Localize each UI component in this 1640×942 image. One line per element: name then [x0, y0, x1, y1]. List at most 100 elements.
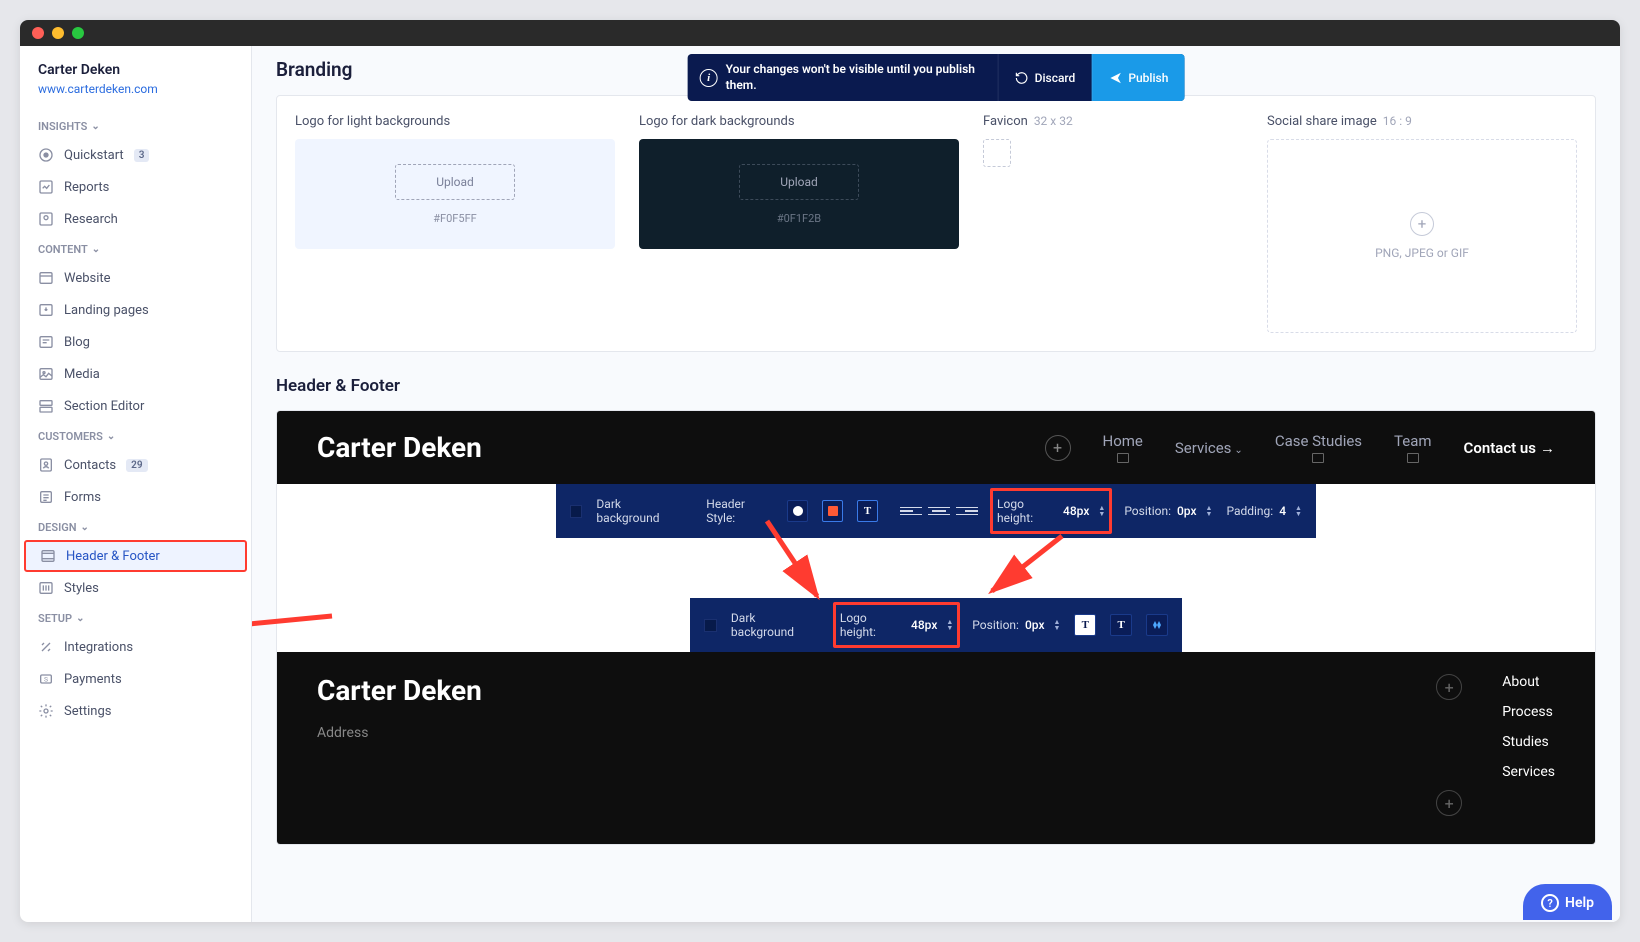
chevron-down-icon: ⌄ [81, 522, 89, 533]
social-label: Social share image16 : 9 [1267, 114, 1577, 129]
footer-add-button-1[interactable]: + [1436, 674, 1462, 700]
sidebar-item-landing-pages[interactable]: Landing pages [20, 294, 251, 326]
nav-home[interactable]: Home [1103, 432, 1143, 463]
help-icon: ? [1541, 894, 1559, 912]
footer-position-stepper[interactable]: ▲▼ [1053, 619, 1060, 631]
upload-light-button[interactable]: Upload [395, 164, 515, 200]
section-insights[interactable]: INSIGHTS⌄ [20, 112, 251, 139]
sidebar-item-blog[interactable]: Blog [20, 326, 251, 358]
nav-case-studies[interactable]: Case Studies [1275, 432, 1362, 463]
footer-link-about[interactable]: About [1502, 674, 1555, 690]
maximize-icon[interactable] [72, 27, 84, 39]
sidebar-item-website[interactable]: Website [20, 262, 251, 294]
padding-stepper[interactable]: ▲▼ [1295, 505, 1302, 517]
style-option-text[interactable]: T [857, 500, 878, 522]
sidebar-item-research[interactable]: Research [20, 203, 251, 235]
footer-address[interactable]: Address [317, 725, 482, 741]
footer-text-dark[interactable]: T [1110, 614, 1132, 636]
header-footer-preview: Carter Deken + Home Services⌄ Case Studi… [276, 410, 1596, 845]
light-color-code: #F0F5FF [433, 212, 476, 225]
sidebar-item-header-footer[interactable]: Header & Footer [24, 540, 247, 572]
align-left-icon[interactable] [900, 503, 922, 519]
style-option-2[interactable] [822, 500, 843, 522]
add-nav-button[interactable]: + [1045, 435, 1071, 461]
banner-message: Your changes won't be visible until you … [726, 62, 986, 93]
info-icon: i [700, 69, 718, 87]
logo-height-stepper[interactable]: ▲▼ [1098, 505, 1105, 517]
position-value[interactable]: 0px [1177, 504, 1197, 518]
footer-brand: Carter Deken [317, 674, 482, 707]
section-content[interactable]: CONTENT⌄ [20, 235, 251, 262]
padding-value[interactable]: 4 [1279, 504, 1286, 518]
position-stepper[interactable]: ▲▼ [1206, 505, 1213, 517]
section-setup[interactable]: SETUP⌄ [20, 604, 251, 631]
website-icon [38, 270, 54, 286]
sidebar-item-section-editor[interactable]: Section Editor [20, 390, 251, 422]
layout-icon [40, 548, 56, 564]
align-right-icon[interactable] [956, 503, 978, 519]
section-design[interactable]: DESIGN⌄ [20, 513, 251, 540]
section-customers[interactable]: CUSTOMERS⌄ [20, 422, 251, 449]
plug-icon [38, 639, 54, 655]
plus-icon: + [1410, 212, 1434, 236]
minimize-icon[interactable] [52, 27, 64, 39]
blog-icon [38, 334, 54, 350]
publish-banner: i Your changes won't be visible until yo… [688, 54, 1185, 101]
footer-link-studies[interactable]: Studies [1502, 734, 1555, 750]
align-center-icon[interactable] [928, 503, 950, 519]
header-preview: Carter Deken + Home Services⌄ Case Studi… [277, 411, 1595, 484]
header-toolbar: Dark background Header Style: T Logo hei… [556, 484, 1316, 538]
sidebar-item-media[interactable]: Media [20, 358, 251, 390]
help-button[interactable]: ? Help [1523, 884, 1612, 920]
discard-button[interactable]: Discard [998, 54, 1092, 101]
upload-dark-button[interactable]: Upload [739, 164, 859, 200]
sidebar-item-contacts[interactable]: Contacts29 [20, 449, 251, 481]
publish-button[interactable]: Publish [1091, 54, 1184, 101]
header-footer-title: Header & Footer [276, 376, 1596, 396]
media-icon [38, 366, 54, 382]
logo-height-value[interactable]: 48px [1063, 504, 1089, 518]
sidebar-item-forms[interactable]: Forms [20, 481, 251, 513]
footer-link-process[interactable]: Process [1502, 704, 1555, 720]
chevron-down-icon: ⌄ [76, 613, 84, 624]
style-option-1[interactable] [787, 500, 808, 522]
footer-text-white[interactable]: T [1074, 614, 1096, 636]
footer-logo-height-value[interactable]: 48px [911, 618, 937, 632]
contacts-icon [38, 457, 54, 473]
main-content: i Your changes won't be visible until yo… [252, 46, 1620, 922]
favicon-upload[interactable] [983, 139, 1011, 167]
gear-icon [38, 703, 54, 719]
sidebar-item-integrations[interactable]: Integrations [20, 631, 251, 663]
footer-add-button-2[interactable]: + [1436, 790, 1462, 816]
footer-position-value[interactable]: 0px [1025, 618, 1045, 632]
styles-icon [38, 580, 54, 596]
dark-logo-box: Upload #0F1F2B [639, 139, 959, 249]
close-icon[interactable] [32, 27, 44, 39]
footer-link-services[interactable]: Services [1502, 764, 1555, 780]
social-upload[interactable]: + PNG, JPEG or GIF [1267, 139, 1577, 333]
sidebar-url[interactable]: www.carterdeken.com [20, 82, 251, 112]
sidebar-item-payments[interactable]: SPayments [20, 663, 251, 695]
dark-color-code: #0F1F2B [777, 212, 821, 225]
light-logo-box: Upload #F0F5FF [295, 139, 615, 249]
footer-extra-icon[interactable] [1146, 614, 1168, 636]
nav-services[interactable]: Services⌄ [1175, 439, 1243, 457]
sidebar-item-styles[interactable]: Styles [20, 572, 251, 604]
header-style-label: Header Style: [706, 497, 773, 525]
footer-dark-bg-checkbox[interactable] [704, 619, 717, 632]
sidebar-item-reports[interactable]: Reports [20, 171, 251, 203]
footer-logo-height-stepper[interactable]: ▲▼ [946, 619, 953, 631]
favicon-label: Favicon32 x 32 [983, 114, 1073, 129]
nav-contact[interactable]: Contact us→ [1464, 439, 1555, 457]
logo-height-control: Logo height: 48px ▲▼ [990, 488, 1112, 534]
forms-icon [38, 489, 54, 505]
chevron-down-icon: ⌄ [1234, 445, 1242, 456]
sidebar-item-settings[interactable]: Settings [20, 695, 251, 727]
quickstart-badge: 3 [134, 149, 150, 162]
undo-icon [1015, 71, 1029, 85]
nav-team[interactable]: Team [1394, 432, 1432, 463]
chart-icon [38, 179, 54, 195]
footer-logo-height-control: Logo height: 48px ▲▼ [833, 602, 960, 648]
sidebar-item-quickstart[interactable]: Quickstart 3 [20, 139, 251, 171]
dark-bg-checkbox[interactable] [570, 505, 582, 518]
